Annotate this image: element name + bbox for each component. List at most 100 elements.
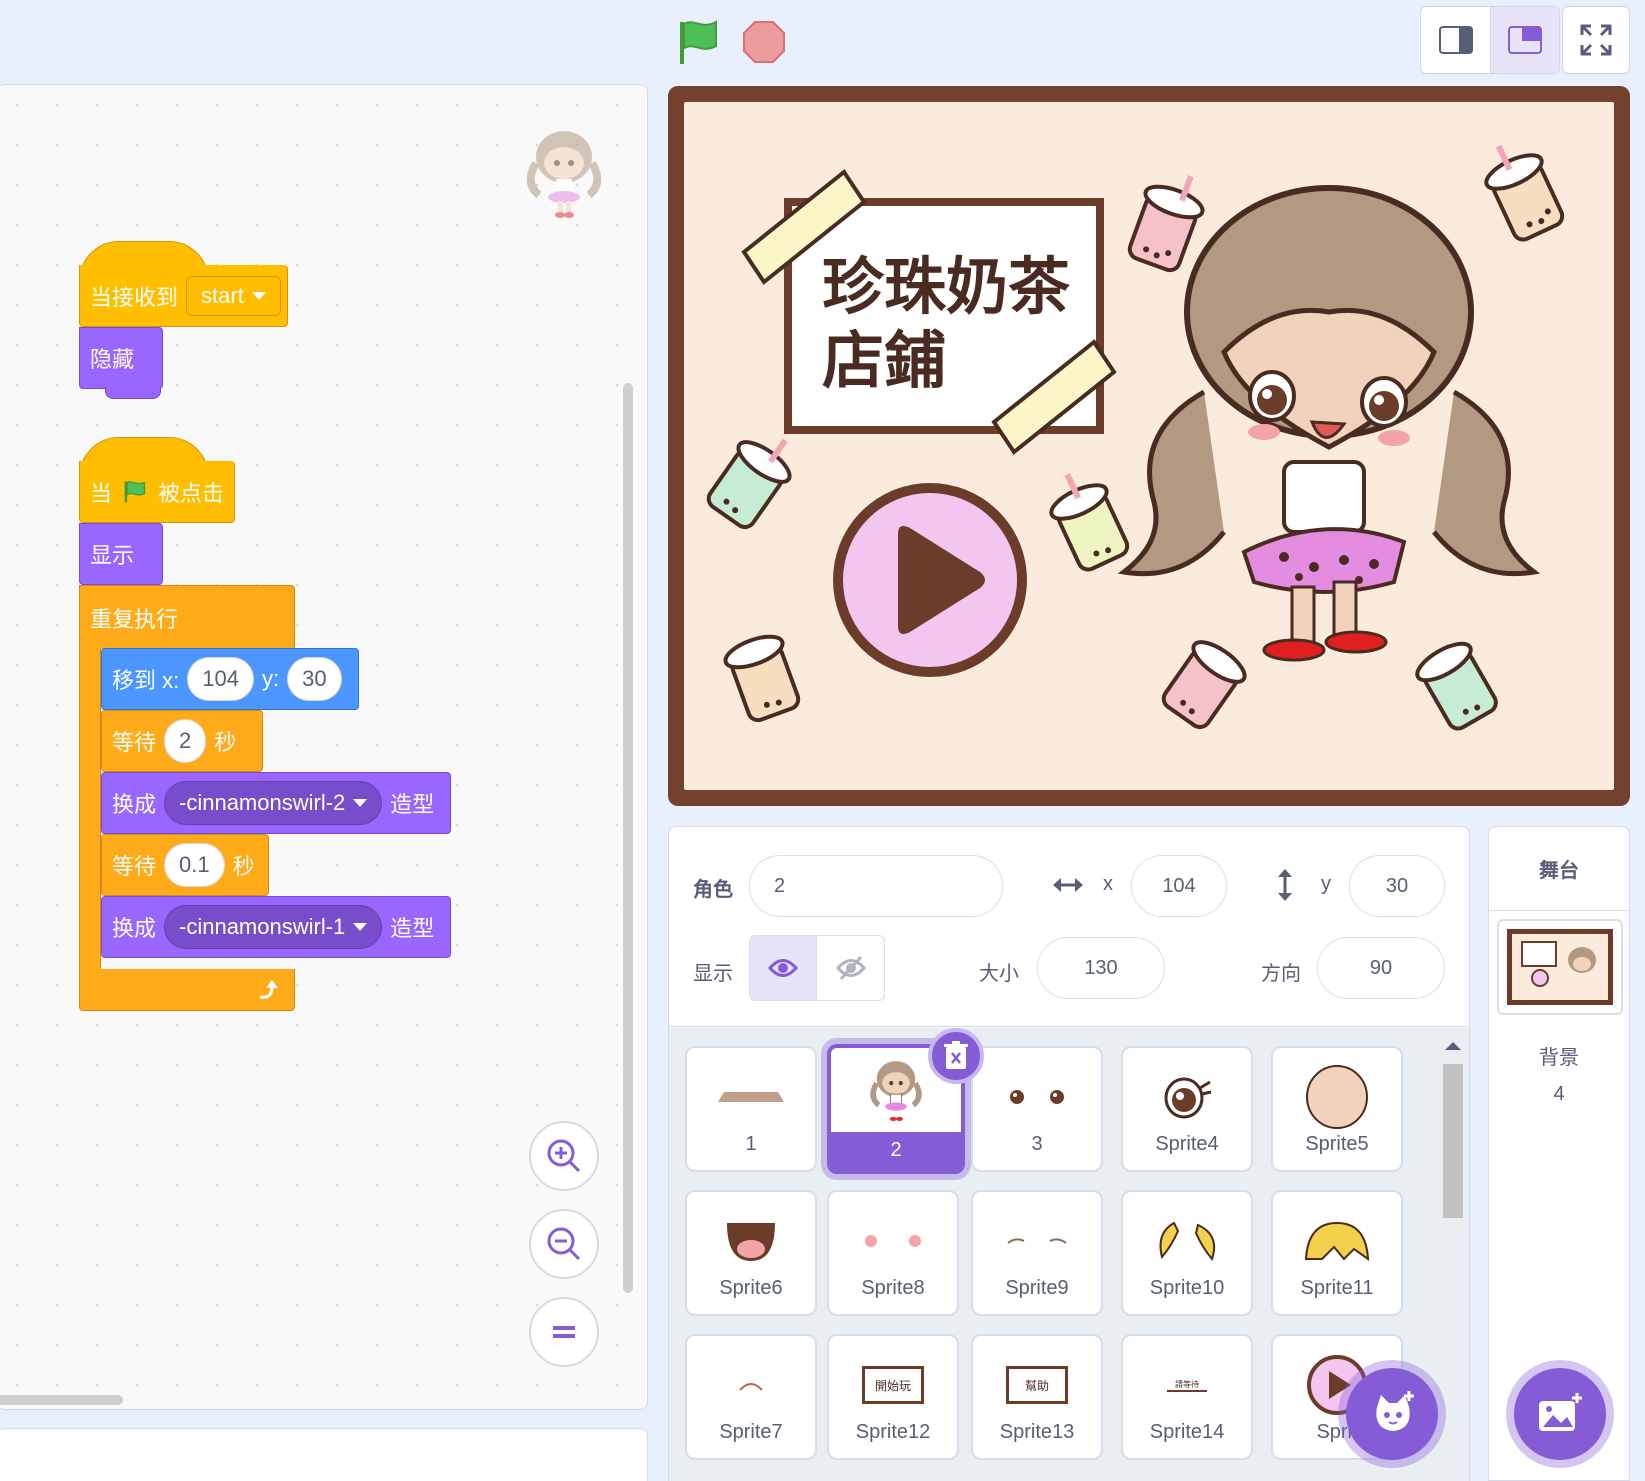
switch-costume-block[interactable]: 换成 -cinnamonswirl-1 造型 xyxy=(101,896,451,958)
costume-dropdown[interactable]: -cinnamonswirl-1 xyxy=(164,905,383,949)
show-label: 显示 xyxy=(90,543,135,568)
sprite-tile[interactable]: Sprite5 xyxy=(1271,1046,1403,1172)
when-flag-suffix: 被点击 xyxy=(157,480,224,506)
forever-footer xyxy=(79,969,295,1011)
size-label: 大小 xyxy=(979,963,1019,985)
switch-label: 换成 xyxy=(112,792,157,817)
sprite-list-scrollbar[interactable] xyxy=(1439,1036,1467,1481)
backdrop-label: 背景 xyxy=(1539,1047,1579,1069)
bubble-tea-icon xyxy=(1484,144,1565,242)
sprite-tile[interactable]: Sprite8 xyxy=(827,1190,959,1316)
wait-seconds-input[interactable]: 0.1 xyxy=(164,843,225,887)
add-sprite-button[interactable] xyxy=(1346,1368,1438,1460)
stage-canvas[interactable]: 珍珠奶茶 店鋪 xyxy=(684,102,1614,790)
vertical-scrollbar[interactable] xyxy=(623,383,633,1293)
goto-x-input[interactable]: 104 xyxy=(187,657,254,701)
stage-header: 舞台 xyxy=(1489,827,1629,911)
wait-seconds-input[interactable]: 2 xyxy=(164,719,207,763)
costume-suffix: 造型 xyxy=(390,916,435,941)
sprite-name: Sprite14 xyxy=(1149,1421,1225,1443)
green-flag-icon xyxy=(124,480,146,502)
sprite-thumbnail xyxy=(829,1206,957,1276)
eye-slash-icon xyxy=(835,955,866,981)
chevron-down-icon xyxy=(353,923,368,931)
bubble-tea-icon xyxy=(1049,473,1130,572)
bubble-tea-icon xyxy=(1415,641,1498,731)
stage-title-line1: 珍珠奶茶 xyxy=(822,250,1071,323)
sprite-tile[interactable]: 3 xyxy=(971,1046,1103,1172)
direction-input[interactable]: 90 xyxy=(1317,937,1445,999)
cat-plus-icon xyxy=(1376,1391,1414,1431)
stage[interactable]: 珍珠奶茶 店鋪 xyxy=(668,86,1630,806)
sprite-name: Sprite4 xyxy=(1155,1133,1219,1155)
backdrop-thumbnail[interactable] xyxy=(1497,919,1623,1015)
when-i-receive-block[interactable]: 当接收到 start xyxy=(79,265,288,327)
horizontal-scrollbar[interactable] xyxy=(0,1395,123,1405)
eyes-icon xyxy=(1010,1090,1064,1104)
wait-block[interactable]: 等待 0.1 秒 xyxy=(101,834,269,896)
girl-icon xyxy=(870,1061,922,1121)
repeat-arrow-icon xyxy=(259,979,278,999)
hide-label: 隐藏 xyxy=(90,347,135,372)
green-flag-button[interactable] xyxy=(672,16,724,68)
smile-icon xyxy=(739,1383,763,1391)
costume-value: -cinnamonswirl-2 xyxy=(179,790,346,815)
bottom-panel xyxy=(0,1428,648,1481)
show-sprite-button[interactable] xyxy=(750,936,817,1000)
go-to-xy-block[interactable]: 移到 x: 104 y: 30 xyxy=(101,648,359,710)
add-backdrop-button[interactable] xyxy=(1514,1368,1606,1460)
switch-costume-block[interactable]: 换成 -cinnamonswirl-2 造型 xyxy=(101,772,451,834)
sprite-tile[interactable]: 請等待 Sprite14 xyxy=(1121,1334,1253,1460)
chevron-up-icon xyxy=(1445,1042,1461,1050)
bubble-tea-icon xyxy=(723,634,801,723)
sprite-name: Sprite5 xyxy=(1305,1133,1369,1155)
stop-button[interactable] xyxy=(738,16,790,68)
zoom-in-button[interactable] xyxy=(529,1121,599,1191)
sprite-tile[interactable]: Sprite6 xyxy=(685,1190,817,1316)
hair-strands-icon xyxy=(1159,1221,1216,1262)
wait-label: 等待 xyxy=(112,730,157,755)
equals-icon xyxy=(553,1326,575,1338)
forever-block[interactable]: 重复执行 xyxy=(79,585,295,649)
chevron-down-icon xyxy=(251,291,266,300)
size-input[interactable]: 130 xyxy=(1037,937,1165,999)
delete-sprite-button[interactable] xyxy=(928,1028,984,1084)
bangs-icon xyxy=(1304,1221,1370,1262)
code-workspace[interactable]: 当接收到 start 隐藏 当 被点击 显示 重复执行 移到 x: 104 y: xyxy=(0,84,648,1410)
when-flag-clicked-block[interactable]: 当 被点击 xyxy=(79,461,235,523)
play-circle-icon xyxy=(833,483,1027,677)
hide-block[interactable]: 隐藏 xyxy=(79,327,163,389)
y-input[interactable]: 30 xyxy=(1349,855,1445,917)
sprite-name-input[interactable]: 2 xyxy=(749,855,1003,917)
costume-dropdown[interactable]: -cinnamonswirl-2 xyxy=(164,781,383,825)
sprite-tile[interactable]: 1 xyxy=(685,1046,817,1172)
small-stage-button[interactable] xyxy=(1421,7,1490,73)
x-input[interactable]: 104 xyxy=(1131,855,1227,917)
fullscreen-button[interactable] xyxy=(1562,6,1630,74)
horizontal-arrows-icon xyxy=(1053,878,1083,892)
sprite-tile[interactable]: 開始玩 Sprite12 xyxy=(827,1334,959,1460)
zoom-reset-button[interactable] xyxy=(529,1297,599,1367)
x-label: x xyxy=(1103,873,1113,895)
goto-y-input[interactable]: 30 xyxy=(287,657,342,701)
sprite-name: Sprite11 xyxy=(1300,1277,1374,1299)
show-block[interactable]: 显示 xyxy=(79,523,163,585)
stop-icon xyxy=(743,21,785,63)
sprite-tile[interactable]: Sprite9 xyxy=(971,1190,1103,1316)
sprite-thumbnail: 開始玩 xyxy=(829,1350,957,1420)
sprite-tile[interactable]: Sprite4 xyxy=(1121,1046,1253,1172)
sprite-tile[interactable]: Sprite11 xyxy=(1271,1190,1403,1316)
wait-block[interactable]: 等待 2 秒 xyxy=(101,710,263,772)
goto-label: 移到 x: xyxy=(112,668,180,693)
sprite-tile[interactable]: 幫助 Sprite13 xyxy=(971,1334,1103,1460)
sprite-tile[interactable]: Sprite7 xyxy=(685,1334,817,1460)
current-sprite-watermark xyxy=(526,131,602,218)
sprite-thumbnail: 幫助 xyxy=(973,1350,1101,1420)
scrollbar-thumb[interactable] xyxy=(1443,1064,1463,1218)
zoom-out-button[interactable] xyxy=(529,1209,599,1279)
sprite-tile[interactable]: Sprite10 xyxy=(1121,1190,1253,1316)
normal-stage-button[interactable] xyxy=(1490,7,1559,73)
message-dropdown[interactable]: start xyxy=(186,275,281,316)
switch-label: 换成 xyxy=(112,916,157,941)
hide-sprite-button[interactable] xyxy=(817,936,884,1000)
